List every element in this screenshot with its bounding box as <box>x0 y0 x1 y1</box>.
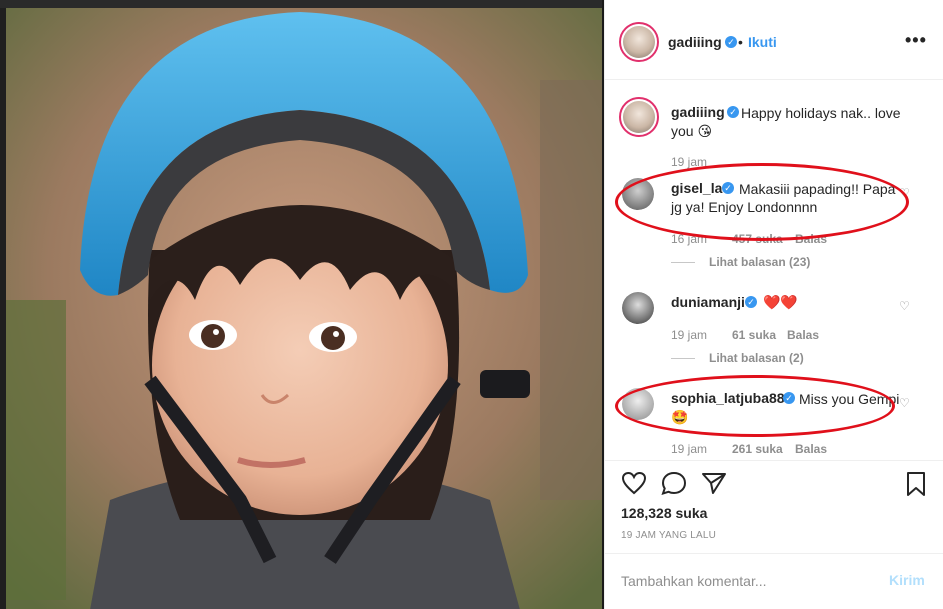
comment-text-duniamanji: ❤️❤️ <box>763 294 798 310</box>
separator-dot: • <box>738 34 743 50</box>
bookmark-icon[interactable] <box>905 471 927 497</box>
comment-like-heart-icon[interactable]: ♡ <box>899 186 910 200</box>
comment-text-gisel: Makasiii papading!! Papa jg ya! Enjoy Lo… <box>671 181 896 215</box>
like-count[interactable]: 128,328 suka <box>621 505 707 521</box>
comment-time-duniamanji[interactable]: 19 jam <box>671 328 707 342</box>
comment-reply-gisel[interactable]: Balas <box>795 232 827 246</box>
heart-icon[interactable] <box>621 471 647 495</box>
post-header: gadiiing ✓ • Ikuti ••• <box>605 0 943 80</box>
comment-avatar-duniamanji[interactable] <box>622 292 654 324</box>
comment-time-gisel[interactable]: 16 jam <box>671 232 707 246</box>
author-username[interactable]: gadiiing <box>668 34 722 50</box>
post-comment-button[interactable]: Kirim <box>889 572 925 588</box>
follow-button[interactable]: Ikuti <box>748 34 777 50</box>
verified-icon: ✓ <box>745 296 757 308</box>
comment-composer: Kirim <box>605 553 943 609</box>
comment-like-heart-icon[interactable]: ♡ <box>899 299 910 313</box>
photo-border-left <box>0 0 6 609</box>
view-replies-gisel[interactable]: Lihat balasan (23) <box>671 255 810 269</box>
comment-icon[interactable] <box>661 471 687 495</box>
comment-likes-gisel[interactable]: 457 suka <box>732 232 783 246</box>
more-options-icon[interactable]: ••• <box>905 30 927 51</box>
child-helmet-photo <box>0 0 604 609</box>
post-timestamp[interactable]: 19 JAM YANG LALU <box>621 530 716 541</box>
post-side-panel: gadiiing ✓ • Ikuti ••• gadiiing ✓ Happy … <box>604 0 943 609</box>
comment-likes-duniamanji[interactable]: 61 suka <box>732 328 776 342</box>
comment-input[interactable] <box>621 570 871 592</box>
caption-time[interactable]: 19 jam <box>671 155 707 169</box>
comment-avatar-sophia[interactable] <box>622 388 654 420</box>
comment-reply-sophia[interactable]: Balas <box>795 442 827 456</box>
view-replies-duniamanji[interactable]: Lihat balasan (2) <box>671 351 804 365</box>
share-icon[interactable] <box>701 471 727 495</box>
author-avatar[interactable] <box>619 22 659 62</box>
comment-avatar-gisel[interactable] <box>622 178 654 210</box>
caption-avatar[interactable] <box>619 97 659 137</box>
comment-time-sophia[interactable]: 19 jam <box>671 442 707 456</box>
post-photo[interactable] <box>0 0 604 609</box>
comment-reply-duniamanji[interactable]: Balas <box>787 328 819 342</box>
caption-text: Happy holidays nak.. love you 😘 <box>671 105 901 139</box>
verified-icon: ✓ <box>725 36 737 48</box>
comment-like-heart-icon[interactable]: ♡ <box>899 396 910 410</box>
comment-username-duniamanji[interactable]: duniamanji <box>671 294 745 310</box>
comment-text-sophia: Miss you Gempi 🤩 <box>671 391 900 425</box>
photo-border-top <box>0 0 604 8</box>
comment-likes-sophia[interactable]: 261 suka <box>732 442 783 456</box>
